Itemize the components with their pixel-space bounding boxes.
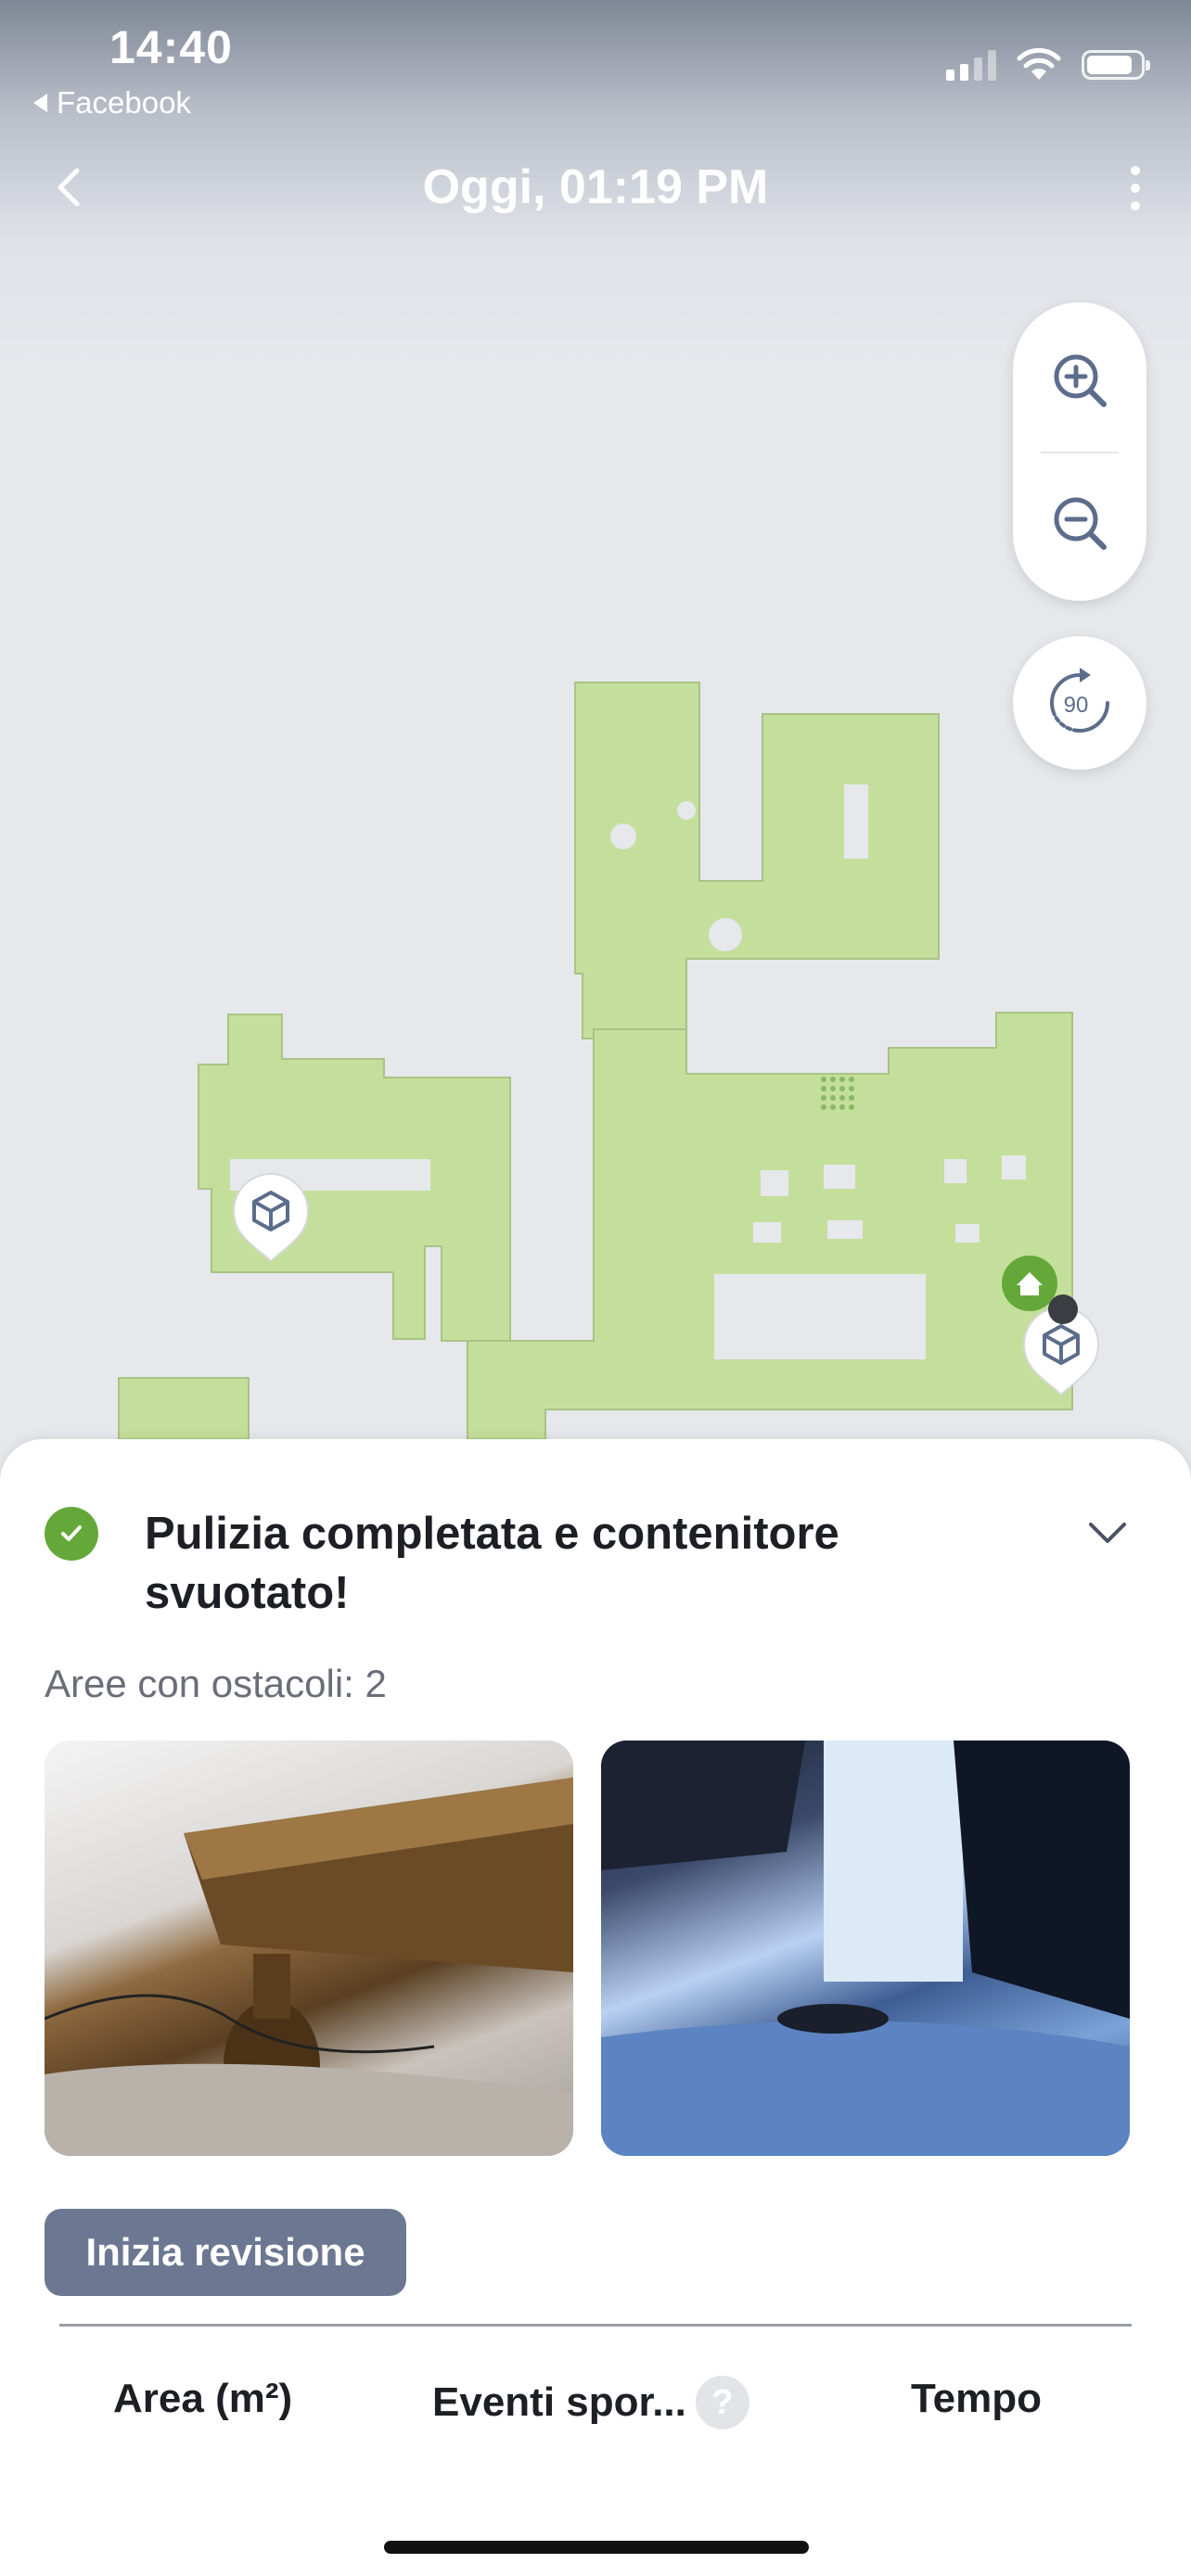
help-icon[interactable]: ?	[695, 2376, 749, 2429]
obstacle-photo-2[interactable]	[601, 1741, 1130, 2156]
zoom-controls	[1013, 302, 1146, 601]
home-indicator[interactable]	[384, 2541, 809, 2554]
signal-icon	[946, 49, 996, 81]
stat-area-label: Area (m²)	[113, 2376, 293, 2421]
zoom-out-button[interactable]	[1013, 467, 1146, 579]
obstacles-label: Aree con ostacoli: 2	[45, 1662, 387, 1705]
cleaning-status-title: Pulizia completata e contenitore svuotat…	[145, 1509, 839, 1618]
stat-time-label: Tempo	[911, 2376, 1042, 2421]
chevron-down-icon[interactable]	[1087, 1519, 1128, 1547]
back-triangle-icon	[33, 94, 47, 112]
rotate-icon: 90	[1050, 668, 1109, 733]
rotate-map-button[interactable]: 90	[1013, 636, 1146, 770]
start-review-button[interactable]: Inizia revisione	[45, 2209, 406, 2296]
rotate-label: 90	[1064, 693, 1089, 718]
map-room-top-left	[574, 682, 940, 1039]
status-time: 14:40	[109, 21, 233, 73]
zoom-separator	[1041, 452, 1119, 453]
cleaning-map[interactable]	[0, 0, 1191, 1447]
stat-events-label: Eventi spor...	[432, 2379, 686, 2425]
status-icons	[946, 48, 1150, 82]
back-app-label: Facebook	[57, 85, 191, 120]
obstacle-photo-1[interactable]	[45, 1741, 573, 2156]
zoom-in-button[interactable]	[1013, 325, 1146, 436]
stats-divider	[59, 2324, 1132, 2327]
more-dots-icon[interactable]	[1117, 156, 1154, 221]
check-icon	[45, 1507, 98, 1561]
page-title: Oggi, 01:19 PM	[422, 160, 769, 214]
wifi-icon	[1017, 48, 1061, 80]
battery-icon	[1082, 50, 1150, 80]
zoom-out-icon	[1054, 497, 1107, 550]
map-room-bottom-left	[118, 1377, 250, 1440]
zoom-in-icon	[1054, 354, 1107, 407]
back-to-app-link[interactable]: Facebook	[33, 85, 191, 121]
stat-events: Eventi spor... ?	[432, 2376, 749, 2429]
